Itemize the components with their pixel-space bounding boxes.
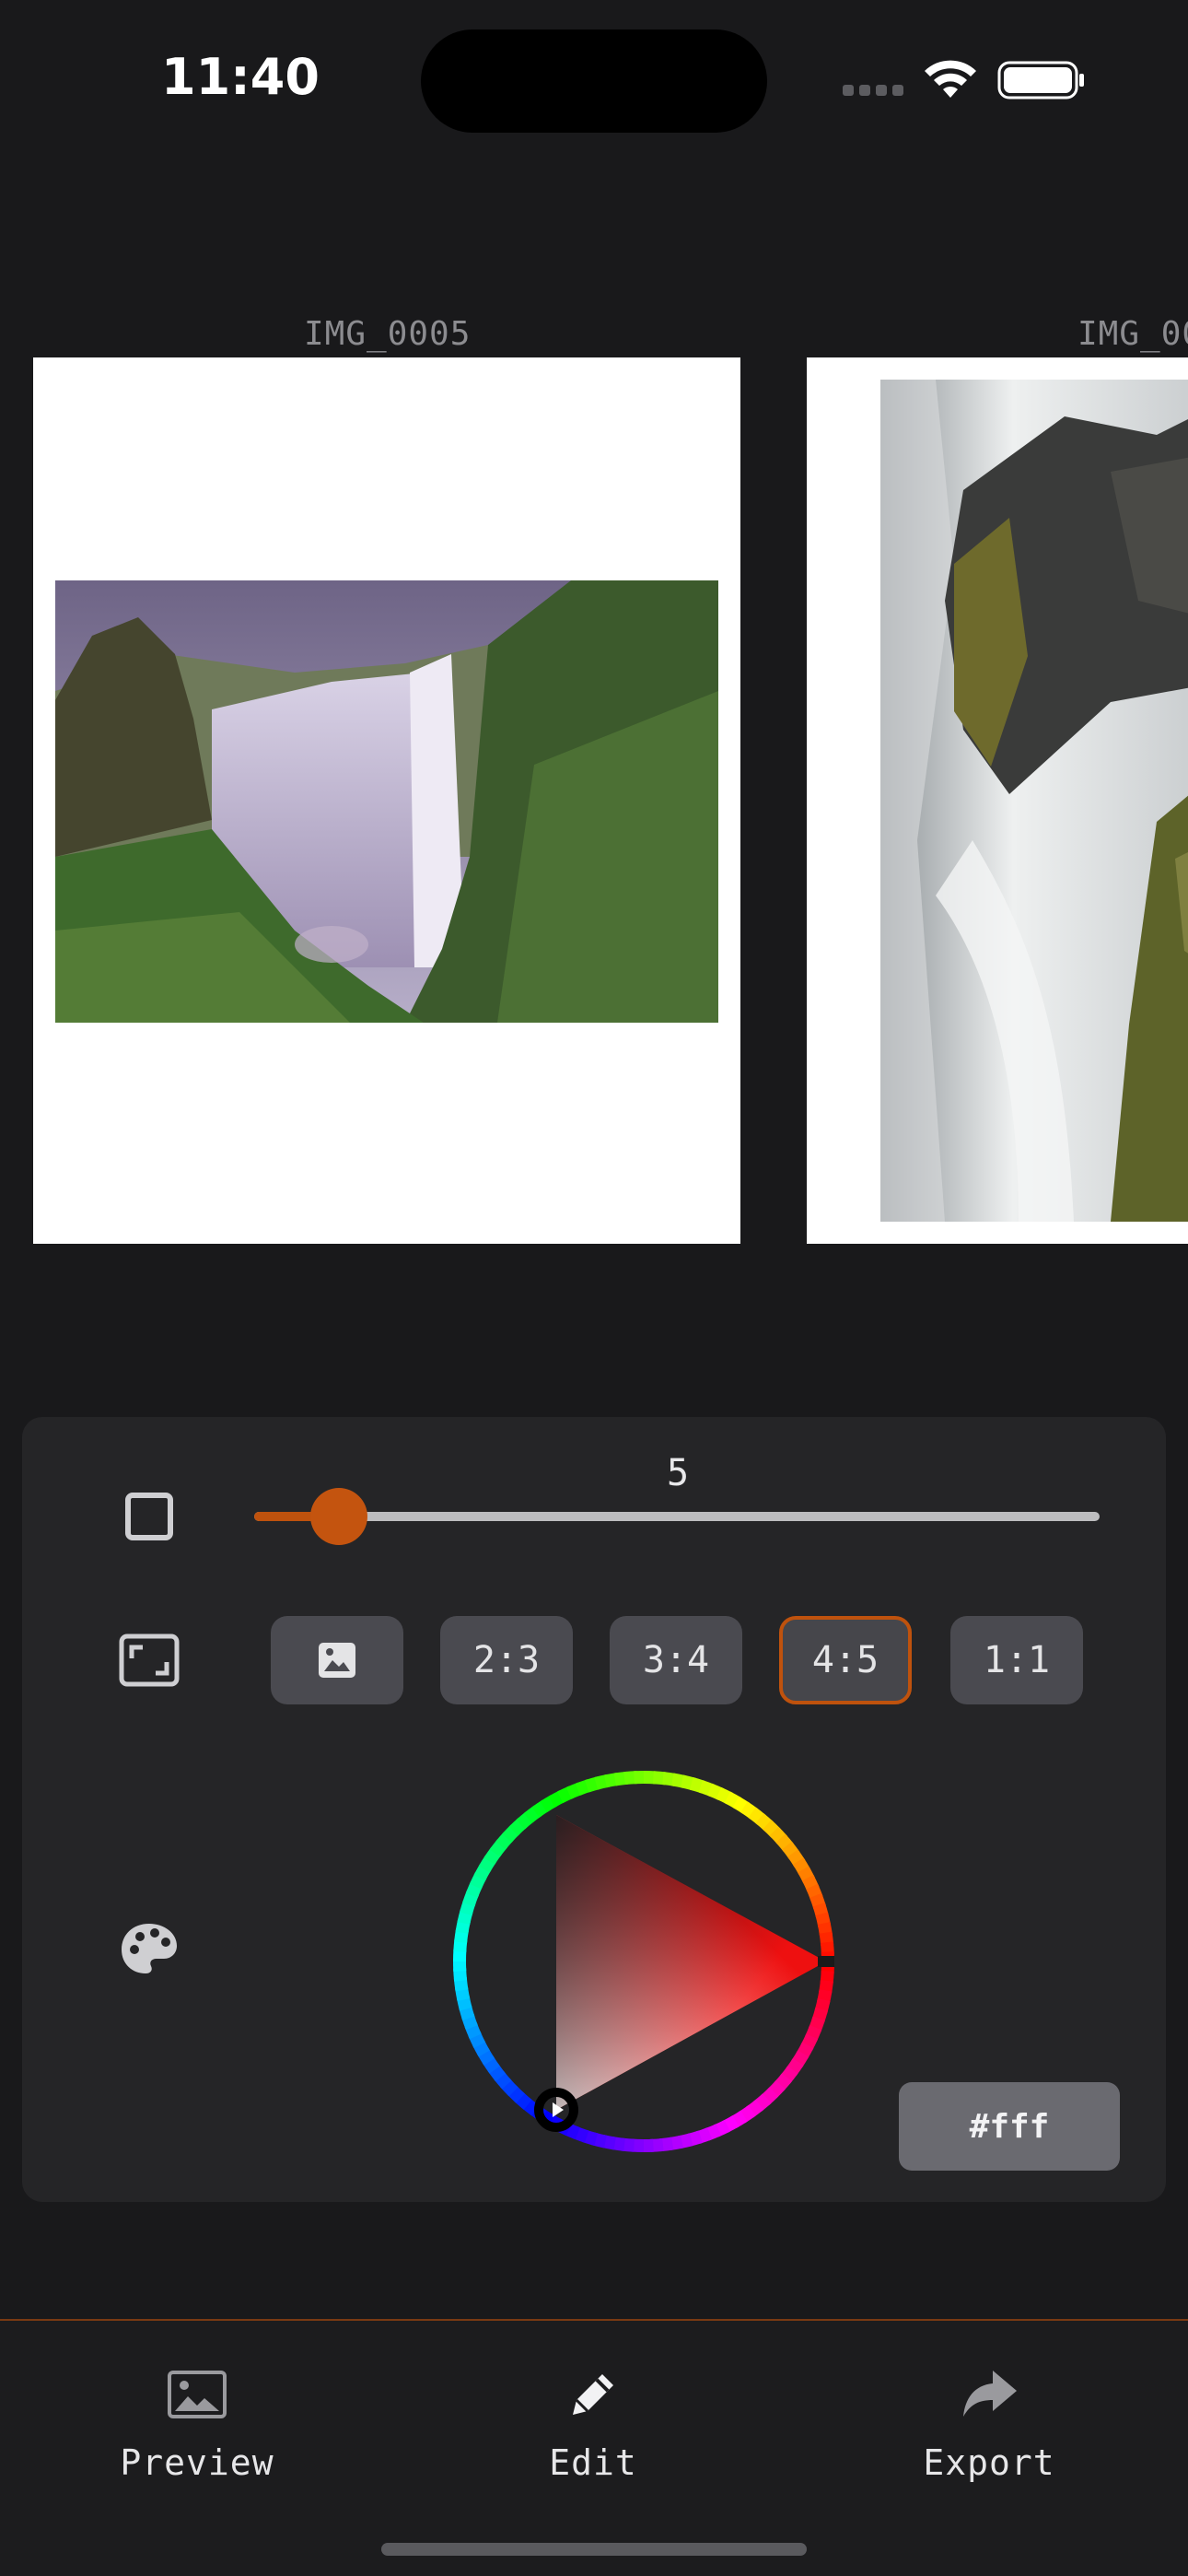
ratio-4-5-button[interactable]: 4:5: [779, 1616, 912, 1704]
wifi-icon: [925, 60, 976, 98]
hue-marker[interactable]: [818, 1956, 834, 1967]
dynamic-island: [421, 29, 767, 133]
photo-card[interactable]: [33, 357, 740, 1244]
image-icon: [319, 1643, 355, 1678]
tab-label: Export: [923, 2442, 1055, 2483]
tab-label: Edit: [549, 2442, 637, 2483]
photo-label: IMG_0006: [1077, 315, 1188, 353]
tab-preview[interactable]: Preview: [77, 2321, 317, 2505]
aspect-ratio-icon: [119, 1633, 180, 1687]
tab-label: Preview: [120, 2442, 274, 2483]
color-wheel[interactable]: [451, 1769, 836, 2154]
waterfall-photo: [55, 580, 718, 1023]
battery-icon: [997, 61, 1084, 100]
border-width-value: 5: [666, 1452, 690, 1494]
ratio-2-3-button[interactable]: 2:3: [440, 1616, 573, 1704]
border-width-slider[interactable]: [254, 1488, 1100, 1545]
home-indicator: [381, 2543, 807, 2556]
tab-export[interactable]: Export: [869, 2321, 1109, 2505]
photo-card[interactable]: [807, 357, 1188, 1244]
ratio-original-button[interactable]: [271, 1616, 403, 1704]
photo-label: IMG_0005: [304, 315, 472, 353]
ratio-1-1-button[interactable]: 1:1: [950, 1616, 1083, 1704]
palette-icon: [122, 1924, 177, 1973]
cellular-signal-icon: [843, 85, 907, 98]
image-icon: [168, 2371, 227, 2418]
border-square-icon: [125, 1493, 173, 1540]
tab-bar: Preview Edit Export: [0, 2321, 1188, 2576]
ratio-3-4-button[interactable]: 3:4: [610, 1616, 742, 1704]
pencil-icon: [573, 2374, 613, 2415]
status-time: 11:40: [161, 48, 320, 106]
waterfall-photo: [880, 380, 1188, 1222]
slider-thumb[interactable]: [309, 1488, 367, 1545]
hex-color-button[interactable]: #fff: [899, 2082, 1120, 2171]
share-arrow-icon: [963, 2371, 1017, 2417]
tab-edit[interactable]: Edit: [473, 2321, 713, 2505]
